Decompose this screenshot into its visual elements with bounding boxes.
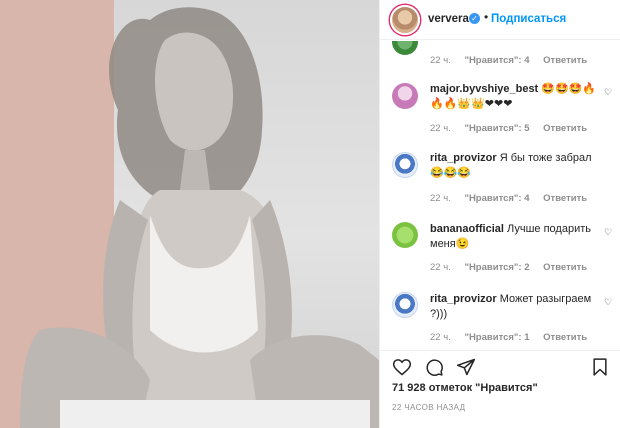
heart-icon[interactable] xyxy=(392,357,412,377)
comment-likes[interactable]: "Нравится": 4 xyxy=(464,55,529,66)
comment-body: Я бы тоже забрал xyxy=(499,152,592,164)
post-sidebar: ververa ✓ • Подписаться 22 ч. "Нравится"… xyxy=(380,0,620,428)
verified-badge-icon: ✓ xyxy=(469,13,480,24)
post-header: ververa ✓ • Подписаться xyxy=(380,0,620,40)
comment-icon[interactable] xyxy=(424,357,444,377)
bookmark-icon[interactable] xyxy=(590,357,610,377)
comment-username[interactable]: rita_provizor xyxy=(430,152,497,164)
comment-body-line2: 🔥🔥👑👑❤❤❤ xyxy=(430,98,513,110)
comment-like-heart-icon[interactable]: ♡ xyxy=(604,227,612,238)
comment-time: 22 ч. xyxy=(430,193,451,204)
comment-time: 22 ч. xyxy=(430,55,451,66)
commenter-avatar[interactable] xyxy=(392,41,418,55)
comment-like-heart-icon[interactable]: ♡ xyxy=(604,87,612,98)
comment-meta: 22 ч. "Нравится": 2 Ответить xyxy=(430,262,598,273)
likes-count[interactable]: 71 928 отметок "Нравится" xyxy=(392,382,538,394)
share-icon[interactable] xyxy=(456,357,476,377)
commenter-avatar[interactable] xyxy=(392,83,418,109)
author-username[interactable]: ververa xyxy=(428,13,469,25)
separator-dot: • xyxy=(484,10,489,24)
comment-text: major.byvshiye_best 🤩🤩🤩🔥 xyxy=(430,82,600,97)
comment-like-heart-icon[interactable]: ♡ xyxy=(604,297,612,308)
comment-username[interactable]: rita_provizor xyxy=(430,293,497,305)
action-bar xyxy=(380,350,620,380)
comment-time: 22 ч. xyxy=(430,262,451,273)
reply-button[interactable]: Ответить xyxy=(543,193,587,204)
comment-body-line2: меня😉 xyxy=(430,238,470,250)
comment-meta: 22 ч. "Нравится": 4 Ответить xyxy=(430,193,598,204)
comment-username[interactable]: major.byvshiye_best xyxy=(430,83,538,95)
comment-text: rita_provizor Я бы тоже забрал xyxy=(430,151,600,166)
comment-username[interactable]: bananaofficial xyxy=(430,223,504,235)
reply-button[interactable]: Ответить xyxy=(543,332,587,343)
comment-body: Может разыграем xyxy=(499,293,592,305)
commenter-avatar[interactable] xyxy=(392,222,418,248)
commenter-avatar[interactable] xyxy=(392,152,418,178)
comment-likes[interactable]: "Нравится": 5 xyxy=(464,123,529,134)
comment-body: 🤩🤩🤩🔥 xyxy=(541,83,597,95)
comment-likes[interactable]: "Нравится": 1 xyxy=(464,332,529,343)
comment-meta: 22 ч. "Нравится": 4 Ответить xyxy=(430,55,598,66)
comment-meta: 22 ч. "Нравится": 5 Ответить xyxy=(430,123,598,134)
comment-body: Лучше подарить xyxy=(507,223,592,235)
post-timestamp[interactable]: 22 ЧАСОВ НАЗАД xyxy=(392,403,465,412)
author-avatar[interactable] xyxy=(390,5,420,35)
comment-likes[interactable]: "Нравится": 4 xyxy=(464,193,529,204)
post-photo[interactable] xyxy=(0,0,379,428)
comment-text: rita_provizor Может разыграем xyxy=(430,292,600,307)
comment-body-line2: ?))) xyxy=(430,308,448,320)
comment-time: 22 ч. xyxy=(430,332,451,343)
comment-time: 22 ч. xyxy=(430,123,451,134)
photo-figure xyxy=(20,7,379,428)
comments-list[interactable]: 22 ч. "Нравится": 4 Ответить major.byvsh… xyxy=(380,41,620,350)
reply-button[interactable]: Ответить xyxy=(543,55,587,66)
comment-likes[interactable]: "Нравится": 2 xyxy=(464,262,529,273)
comment-body-line2: 😂😂😂 xyxy=(430,167,472,179)
commenter-avatar[interactable] xyxy=(392,292,418,318)
comment-meta: 22 ч. "Нравится": 1 Ответить xyxy=(430,332,598,343)
comment-text: bananaofficial Лучше подарить xyxy=(430,222,600,237)
reply-button[interactable]: Ответить xyxy=(543,123,587,134)
follow-button[interactable]: Подписаться xyxy=(491,13,566,25)
reply-button[interactable]: Ответить xyxy=(543,262,587,273)
